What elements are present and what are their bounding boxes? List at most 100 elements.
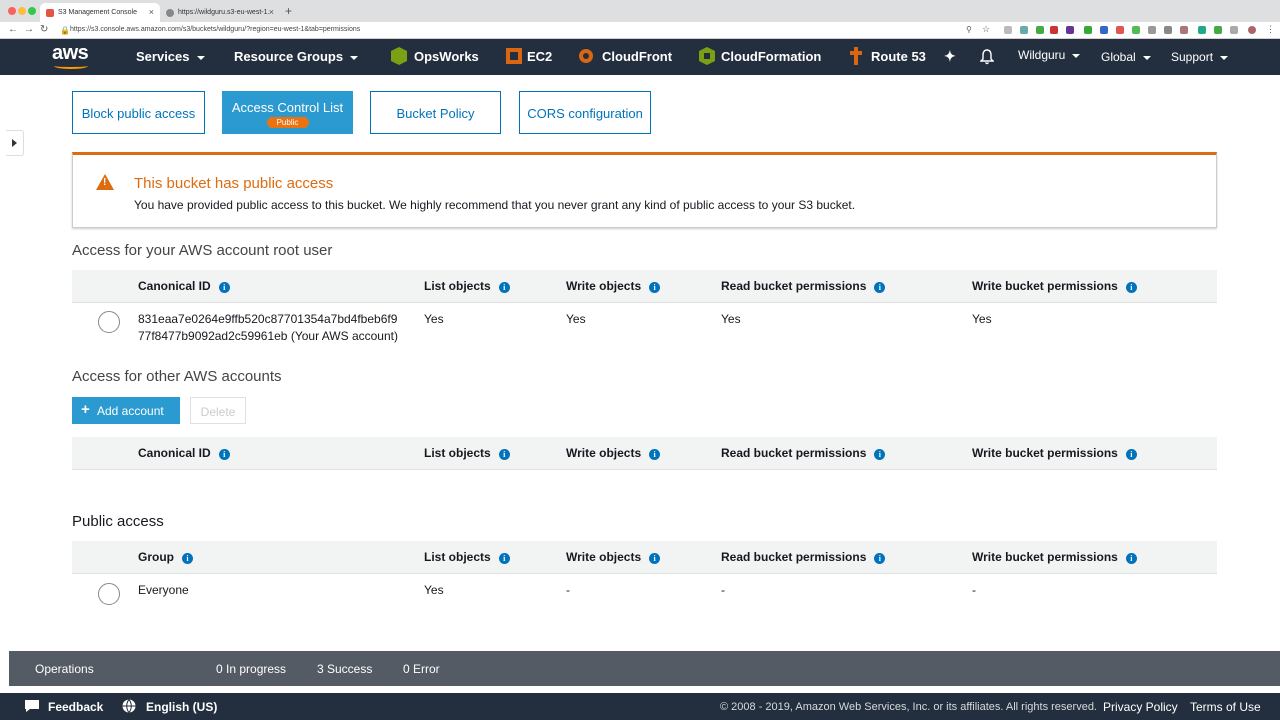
bookmark-star-icon[interactable]: ☆	[982, 24, 990, 35]
browser-menu-icon[interactable]: ⋮	[1266, 24, 1275, 35]
other-accounts-heading: Access for other AWS accounts	[72, 368, 282, 385]
back-icon[interactable]: ←	[8, 24, 18, 35]
info-icon[interactable]: i	[649, 553, 661, 564]
write-objects-value: Yes	[566, 312, 586, 326]
s3-favicon-icon	[46, 9, 54, 17]
shortcut-cloudfront[interactable]: CloudFront	[602, 49, 672, 64]
col-read-bucket-permissions: Read bucket permissions i	[721, 446, 886, 460]
col-list-objects: List objects i	[424, 279, 510, 293]
account-menu[interactable]: Wildguru	[1018, 48, 1081, 62]
extension-icon[interactable]	[1004, 26, 1012, 34]
tab-bucket-policy[interactable]: Bucket Policy	[370, 91, 501, 134]
row-select-radio[interactable]	[98, 583, 120, 605]
delete-button[interactable]: Delete	[190, 397, 246, 424]
info-icon[interactable]: i	[1125, 449, 1137, 460]
chevron-down-icon	[1220, 55, 1229, 60]
pin-icon[interactable]: ✦	[944, 48, 956, 65]
close-tab-icon[interactable]: ×	[149, 7, 154, 17]
info-icon[interactable]: i	[498, 553, 510, 564]
reload-icon[interactable]: ↻	[40, 24, 48, 35]
cloudformation-icon	[699, 47, 715, 65]
extension-icon[interactable]	[1066, 26, 1074, 34]
minimize-window-button[interactable]	[18, 7, 26, 15]
info-icon[interactable]: i	[218, 449, 230, 460]
opsworks-icon	[391, 47, 407, 65]
support-menu[interactable]: Support	[1171, 50, 1229, 64]
row-select-radio[interactable]	[98, 311, 120, 333]
globe-icon	[122, 699, 136, 713]
extension-icon[interactable]	[1148, 26, 1156, 34]
extension-icon[interactable]	[1084, 26, 1092, 34]
info-icon[interactable]: i	[1125, 282, 1137, 293]
copyright-text: © 2008 - 2019, Amazon Web Services, Inc.…	[720, 701, 1097, 713]
tab-block-public-access[interactable]: Block public access	[72, 91, 205, 134]
url-input[interactable]: https://s3.console.aws.amazon.com/s3/buc…	[70, 26, 360, 33]
maximize-window-button[interactable]	[28, 7, 36, 15]
browser-tab-wildguru[interactable]: https://wildguru.s3-eu-west-1. ×	[160, 3, 280, 22]
info-icon[interactable]: i	[649, 282, 661, 293]
feedback-link[interactable]: Feedback	[48, 700, 103, 714]
extension-icon[interactable]	[1020, 26, 1028, 34]
info-icon[interactable]: i	[874, 282, 886, 293]
tab-access-control-list[interactable]: Access Control List Public	[222, 91, 353, 134]
bell-icon[interactable]	[980, 49, 994, 65]
new-tab-button[interactable]: +	[285, 4, 292, 18]
language-selector[interactable]: English (US)	[146, 700, 217, 714]
operations-bar[interactable]: Operations 0 In progress 3 Success 0 Err…	[9, 651, 1280, 686]
shortcut-cloudformation[interactable]: CloudFormation	[721, 49, 821, 64]
extension-icon[interactable]	[1050, 26, 1058, 34]
extension-icon[interactable]	[1100, 26, 1108, 34]
in-progress-count[interactable]: 0 In progress	[216, 662, 286, 676]
shortcut-opsworks[interactable]: OpsWorks	[414, 49, 479, 64]
info-icon[interactable]: i	[874, 553, 886, 564]
extension-icon[interactable]	[1214, 26, 1222, 34]
route53-icon	[850, 47, 862, 65]
col-read-bucket-permissions: Read bucket permissions i	[721, 550, 886, 564]
info-icon[interactable]: i	[649, 449, 661, 460]
col-group: Group i	[138, 550, 193, 564]
close-tab-icon[interactable]: ×	[269, 7, 274, 17]
add-account-button[interactable]: + Add account	[72, 397, 180, 424]
public-badge: Public	[266, 117, 309, 128]
success-count[interactable]: 3 Success	[317, 662, 372, 676]
zoom-icon[interactable]: ⚲	[966, 25, 972, 34]
info-icon[interactable]: i	[874, 449, 886, 460]
extension-icon[interactable]	[1036, 26, 1044, 34]
info-icon[interactable]: i	[498, 449, 510, 460]
extension-icon[interactable]	[1180, 26, 1188, 34]
col-label: Write bucket permissions	[972, 446, 1118, 460]
browser-tab-s3[interactable]: S3 Management Console ×	[40, 3, 160, 22]
shortcut-route53[interactable]: Route 53	[871, 49, 926, 64]
aws-logo[interactable]: aws	[52, 42, 89, 65]
tab-cors-configuration[interactable]: CORS configuration	[519, 91, 651, 134]
privacy-policy-link[interactable]: Privacy Policy	[1103, 700, 1178, 714]
alert-text: You have provided public access to this …	[134, 198, 856, 212]
region-menu[interactable]: Global	[1101, 50, 1151, 64]
terms-of-use-link[interactable]: Terms of Use	[1190, 700, 1261, 714]
info-icon[interactable]: i	[218, 282, 230, 293]
resource-groups-menu[interactable]: Resource Groups	[234, 49, 359, 64]
chevron-down-icon	[196, 55, 205, 60]
col-write-bucket-permissions: Write bucket permissions i	[972, 279, 1137, 293]
address-bar: ← → ↻ 🔒 https://s3.console.aws.amazon.co…	[0, 22, 1280, 39]
sidebar-expand-button[interactable]	[6, 130, 24, 156]
forward-icon[interactable]: →	[24, 24, 34, 35]
info-icon[interactable]: i	[1125, 553, 1137, 564]
info-icon[interactable]: i	[182, 553, 193, 564]
extension-icon[interactable]	[1164, 26, 1172, 34]
col-label: Write bucket permissions	[972, 550, 1118, 564]
add-account-label: Add account	[97, 404, 164, 418]
extension-icon[interactable]	[1230, 26, 1238, 34]
extension-icon[interactable]	[1132, 26, 1140, 34]
info-icon[interactable]: i	[498, 282, 510, 293]
col-label: Group	[138, 550, 174, 564]
extension-icon[interactable]	[1116, 26, 1124, 34]
close-window-button[interactable]	[8, 7, 16, 15]
col-label: Write objects	[566, 279, 642, 293]
profile-avatar-icon[interactable]	[1248, 26, 1256, 34]
shortcut-ec2[interactable]: EC2	[527, 49, 552, 64]
services-menu[interactable]: Services	[136, 49, 205, 64]
error-count[interactable]: 0 Error	[403, 662, 440, 676]
col-write-objects: Write objects i	[566, 550, 661, 564]
extension-icon[interactable]	[1198, 26, 1206, 34]
